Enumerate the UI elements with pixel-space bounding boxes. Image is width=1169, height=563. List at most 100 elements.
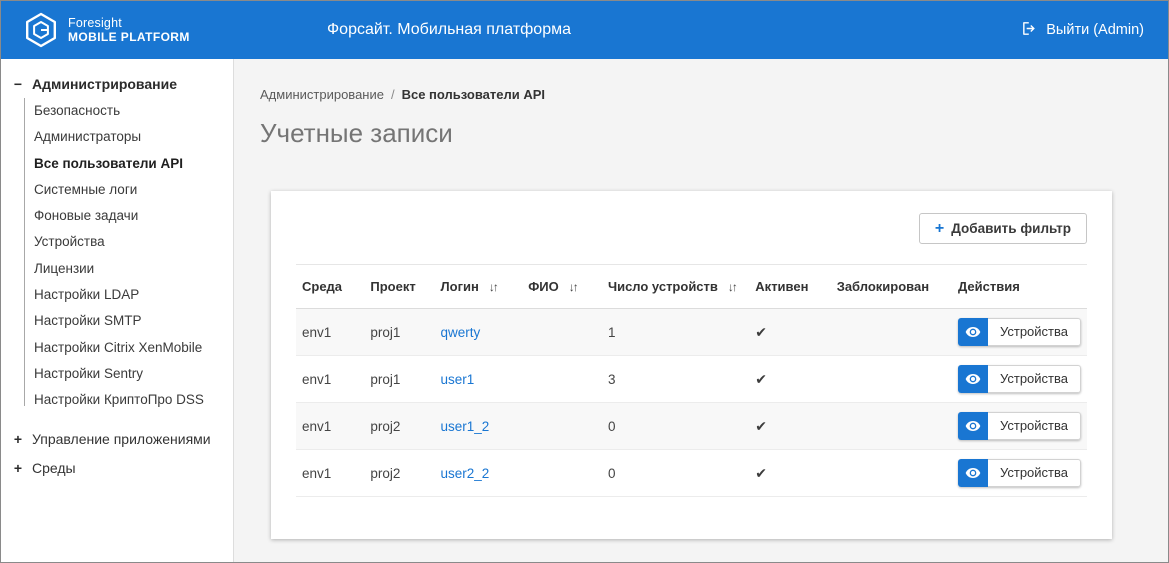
expand-plus-icon[interactable]: + bbox=[13, 460, 23, 476]
add-filter-label: Добавить фильтр bbox=[951, 221, 1071, 236]
column-header-fio: ФИО↓↑ bbox=[522, 265, 602, 309]
login-link[interactable]: user1_2 bbox=[441, 419, 490, 434]
logo-brand: Foresight bbox=[68, 16, 190, 30]
sidebar-item-ldap-settings[interactable]: Настройки LDAP bbox=[24, 282, 233, 308]
sidebar-item-system-logs[interactable]: Системные логи bbox=[24, 177, 233, 203]
login-link[interactable]: qwerty bbox=[441, 325, 481, 340]
eye-icon bbox=[958, 459, 988, 487]
table-row: env1 proj1 qwerty 1 ✔ Устройства bbox=[296, 309, 1087, 356]
cell-login: user2_2 bbox=[435, 450, 523, 497]
devices-button-label: Устройства bbox=[988, 318, 1081, 346]
cell-active: ✔ bbox=[749, 309, 830, 356]
cell-fio bbox=[522, 450, 602, 497]
sort-icon-fio[interactable]: ↓↑ bbox=[569, 280, 577, 294]
cell-active: ✔ bbox=[749, 403, 830, 450]
sidebar-item-citrix-settings[interactable]: Настройки Citrix XenMobile bbox=[24, 335, 233, 361]
accounts-card: + Добавить фильтр Среда Проект Логин↓↑ Ф… bbox=[271, 191, 1112, 539]
cell-actions: Устройства bbox=[952, 403, 1087, 450]
sidebar-section-label: Среды bbox=[32, 460, 76, 476]
devices-button[interactable]: Устройства bbox=[958, 318, 1081, 346]
cell-devices-count: 1 bbox=[602, 309, 749, 356]
cell-project: proj2 bbox=[364, 450, 434, 497]
logo: Foresight MOBILE PLATFORM bbox=[23, 12, 190, 48]
cell-active: ✔ bbox=[749, 356, 830, 403]
check-icon: ✔ bbox=[755, 465, 767, 481]
logo-text: Foresight MOBILE PLATFORM bbox=[68, 16, 190, 44]
add-filter-button[interactable]: + Добавить фильтр bbox=[919, 213, 1087, 244]
column-header-project: Проект bbox=[364, 265, 434, 309]
cell-fio bbox=[522, 403, 602, 450]
sidebar-item-cryptopro-settings[interactable]: Настройки КриптоПро DSS bbox=[24, 387, 233, 413]
devices-button-label: Устройства bbox=[988, 412, 1081, 440]
cell-project: proj2 bbox=[364, 403, 434, 450]
plus-icon: + bbox=[935, 222, 944, 235]
login-link[interactable]: user2_2 bbox=[441, 466, 490, 481]
sidebar-section-environments[interactable]: + Среды bbox=[1, 453, 233, 482]
sidebar-item-sentry-settings[interactable]: Настройки Sentry bbox=[24, 361, 233, 387]
sort-icon-devices[interactable]: ↓↑ bbox=[728, 280, 736, 294]
login-link[interactable]: user1 bbox=[441, 372, 475, 387]
collapse-minus-icon[interactable]: − bbox=[13, 76, 23, 92]
hexagon-logo-icon bbox=[23, 12, 59, 48]
table-header-row: Среда Проект Логин↓↑ ФИО↓↑ Число устройс… bbox=[296, 265, 1087, 309]
cell-env: env1 bbox=[296, 309, 364, 356]
eye-icon bbox=[958, 412, 988, 440]
sidebar-item-smtp-settings[interactable]: Настройки SMTP bbox=[24, 308, 233, 334]
logout-button[interactable]: Выйти (Admin) bbox=[1021, 1, 1144, 59]
page-title: Учетные записи bbox=[260, 118, 1168, 149]
admin-submenu: Безопасность Администраторы Все пользова… bbox=[24, 98, 233, 418]
accounts-table: Среда Проект Логин↓↑ ФИО↓↑ Число устройс… bbox=[296, 264, 1087, 497]
cell-devices-count: 0 bbox=[602, 403, 749, 450]
breadcrumb-parent[interactable]: Администрирование bbox=[260, 87, 384, 102]
sidebar-item-background-tasks[interactable]: Фоновые задачи bbox=[24, 203, 233, 229]
cell-login: user1 bbox=[435, 356, 523, 403]
column-header-blocked: Заблокирован bbox=[831, 265, 952, 309]
cell-project: proj1 bbox=[364, 356, 434, 403]
column-header-actions: Действия bbox=[952, 265, 1087, 309]
sidebar-collapsed-sections: + Управление приложениями + Среды bbox=[1, 424, 233, 482]
check-icon: ✔ bbox=[755, 324, 767, 340]
breadcrumb: Администрирование / Все пользователи API bbox=[234, 59, 1168, 102]
sidebar-section-app-management[interactable]: + Управление приложениями bbox=[1, 424, 233, 453]
expand-plus-icon[interactable]: + bbox=[13, 431, 23, 447]
cell-actions: Устройства bbox=[952, 309, 1087, 356]
devices-button[interactable]: Устройства bbox=[958, 365, 1081, 393]
sidebar-item-all-api-users[interactable]: Все пользователи API bbox=[24, 151, 233, 177]
sidebar-item-administrators[interactable]: Администраторы bbox=[24, 124, 233, 150]
app-header: Foresight MOBILE PLATFORM Форсайт. Мобил… bbox=[1, 1, 1168, 59]
card-toolbar: + Добавить фильтр bbox=[296, 213, 1087, 244]
sidebar-section-label: Управление приложениями bbox=[32, 431, 211, 447]
cell-blocked bbox=[831, 309, 952, 356]
sidebar-item-licenses[interactable]: Лицензии bbox=[24, 256, 233, 282]
devices-button-label: Устройства bbox=[988, 459, 1081, 487]
devices-button-label: Устройства bbox=[988, 365, 1081, 393]
cell-blocked bbox=[831, 450, 952, 497]
table-row: env1 proj1 user1 3 ✔ Устройства bbox=[296, 356, 1087, 403]
column-header-active: Активен bbox=[749, 265, 830, 309]
cell-devices-count: 3 bbox=[602, 356, 749, 403]
app-title: Форсайт. Мобильная платформа bbox=[327, 1, 571, 59]
cell-actions: Устройства bbox=[952, 356, 1087, 403]
logout-icon bbox=[1021, 20, 1038, 41]
column-header-env: Среда bbox=[296, 265, 364, 309]
cell-env: env1 bbox=[296, 403, 364, 450]
cell-login: qwerty bbox=[435, 309, 523, 356]
sort-icon-login[interactable]: ↓↑ bbox=[489, 280, 497, 294]
main-content: Администрирование / Все пользователи API У… bbox=[234, 59, 1168, 562]
eye-icon bbox=[958, 365, 988, 393]
cell-devices-count: 0 bbox=[602, 450, 749, 497]
sidebar-item-devices[interactable]: Устройства bbox=[24, 229, 233, 255]
page: Foresight MOBILE PLATFORM Форсайт. Мобил… bbox=[0, 0, 1169, 563]
sidebar-section-administration[interactable]: − Администрирование bbox=[1, 69, 233, 98]
column-header-devices: Число устройств↓↑ bbox=[602, 265, 749, 309]
cell-active: ✔ bbox=[749, 450, 830, 497]
sidebar: − Администрирование Безопасность Админис… bbox=[1, 59, 234, 562]
check-icon: ✔ bbox=[755, 371, 767, 387]
cell-env: env1 bbox=[296, 450, 364, 497]
devices-button[interactable]: Устройства bbox=[958, 412, 1081, 440]
breadcrumb-separator: / bbox=[391, 87, 395, 102]
devices-button[interactable]: Устройства bbox=[958, 459, 1081, 487]
breadcrumb-current: Все пользователи API bbox=[402, 87, 545, 102]
sidebar-item-security[interactable]: Безопасность bbox=[24, 98, 233, 124]
logo-product: MOBILE PLATFORM bbox=[68, 30, 190, 44]
